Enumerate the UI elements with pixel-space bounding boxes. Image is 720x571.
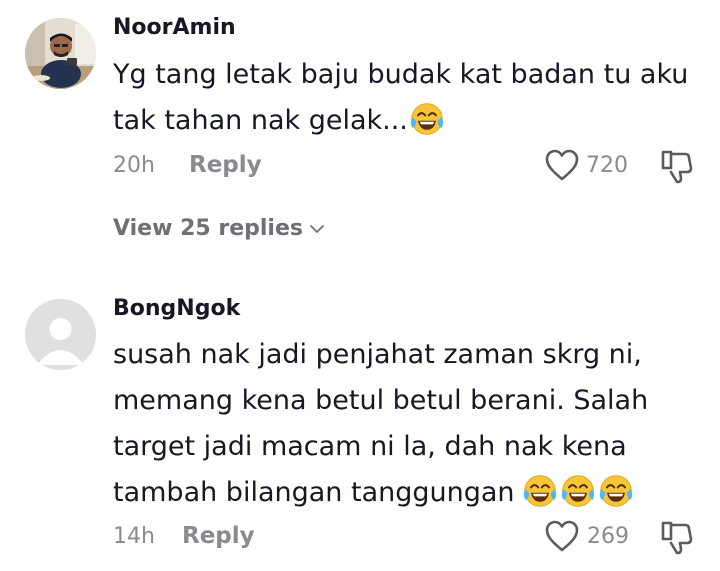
comment-text: susah nak jadi penjahat zaman skrg ni, m…	[113, 332, 648, 516]
default-avatar-icon	[25, 299, 96, 370]
comment-text-line: susah nak jadi penjahat zaman skrg ni,	[113, 339, 642, 370]
tears-of-joy-emoji-icon	[597, 473, 635, 509]
comment-text-line: target jadi macam ni la, dah nak kena	[113, 431, 627, 462]
user-photo-icon	[25, 18, 96, 89]
comments-panel: NoorAmin Yg tang letak baju budak kat ba…	[0, 0, 720, 571]
comment-username[interactable]: NoorAmin	[113, 15, 236, 40]
tears-of-joy-emoji-icon	[559, 473, 597, 509]
comment-text-line: memang kena betul betul berani. Salah	[113, 385, 649, 416]
like-count: 720	[586, 153, 628, 178]
tears-of-joy-emoji-icon	[408, 101, 446, 137]
heart-outline-icon[interactable]	[544, 519, 580, 553]
thumbs-down-icon[interactable]	[660, 519, 694, 555]
comment-text-line: tambah bilangan tanggungan	[113, 477, 515, 508]
heart-outline-icon[interactable]	[544, 148, 580, 182]
view-replies-button[interactable]: View 25 replies	[113, 216, 325, 241]
view-replies-label: View 25 replies	[113, 216, 303, 241]
comment-text: Yg tang letak baju budak kat badan tu ak…	[113, 52, 688, 144]
tears-of-joy-emoji-icon	[521, 473, 559, 509]
thumbs-down-icon[interactable]	[660, 148, 694, 184]
chevron-down-icon	[310, 224, 324, 233]
comment-text-line: Yg tang letak baju budak kat badan tu ak…	[113, 59, 689, 90]
comment-text-line: tak tahan nak gelak...	[113, 105, 408, 136]
like-count: 269	[587, 524, 629, 549]
comment-username[interactable]: BongNgok	[113, 296, 240, 321]
comment-timestamp: 14h	[113, 524, 155, 549]
reply-button[interactable]: Reply	[189, 152, 262, 178]
avatar[interactable]	[25, 18, 96, 89]
comment-timestamp: 20h	[113, 153, 155, 178]
avatar[interactable]	[25, 299, 96, 370]
reply-button[interactable]: Reply	[182, 523, 255, 549]
